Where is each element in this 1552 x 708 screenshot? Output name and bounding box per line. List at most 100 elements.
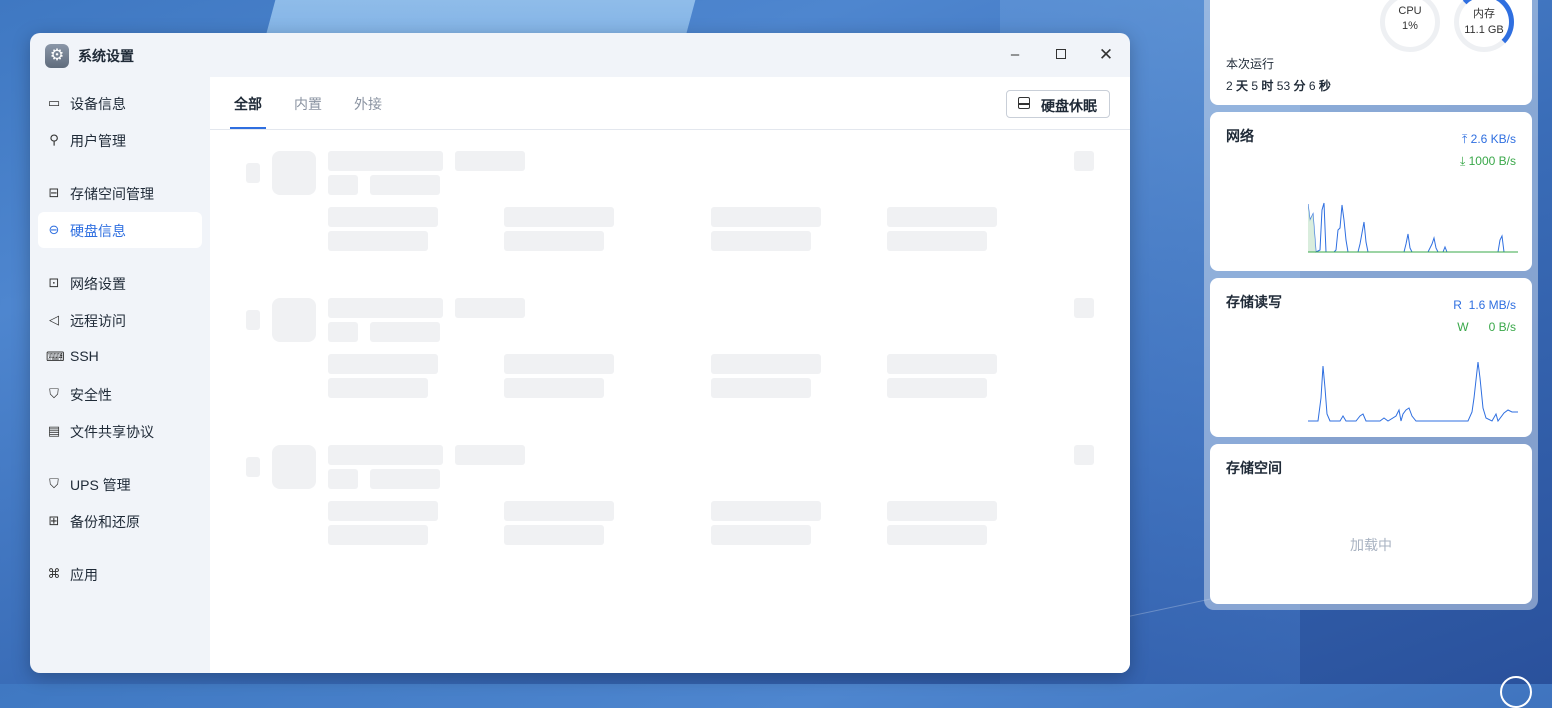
skeleton-block: [328, 445, 443, 465]
memory-label: 内存: [1473, 8, 1495, 20]
sidebar-item-label: 安全性: [70, 387, 112, 403]
network-title: 网络: [1226, 128, 1254, 144]
sidebar-item-remote-access[interactable]: ◁ 远程访问: [38, 302, 202, 338]
skeleton-block: [1074, 151, 1094, 171]
skeleton-block: [328, 525, 428, 545]
skeleton-block: [328, 151, 443, 171]
sidebar-item-device-info[interactable]: ▭ 设备信息: [38, 85, 202, 121]
storage-read: R 1.6 MB/s: [1453, 298, 1516, 312]
file-icon: ▤: [47, 423, 61, 438]
sidebar-item-label: 设备信息: [70, 96, 126, 112]
skeleton-block: [328, 231, 428, 251]
skeleton-block: [272, 445, 316, 489]
sidebar-item-security[interactable]: ⛉ 安全性: [38, 376, 202, 412]
sidebar-item-label: UPS 管理: [70, 477, 131, 493]
skeleton-block: [455, 151, 525, 171]
skeleton-block: [328, 298, 443, 318]
sidebar-item-file-sharing[interactable]: ▤ 文件共享协议: [38, 413, 202, 449]
skeleton-block: [328, 207, 438, 227]
cpu-label: CPU: [1398, 5, 1422, 17]
settings-gear-icon: ⚙: [45, 44, 69, 68]
skeleton-block: [711, 378, 811, 398]
sidebar-item-label: 远程访问: [70, 313, 126, 329]
memory-gauge: 内存 11.1 GB: [1454, 0, 1514, 52]
system-status-card: CPU 1% 内存 11.1 GB 本次运行 2 天 5 时 53 分 6 秒: [1210, 0, 1532, 105]
skeleton-block: [246, 310, 260, 330]
uptime-value: 2 天 5 时 53 分 6 秒: [1226, 79, 1331, 93]
skeleton-block: [1074, 298, 1094, 318]
skeleton-block: [504, 231, 604, 251]
sidebar-item-label: SSH: [70, 348, 99, 364]
skeleton-block: [887, 231, 987, 251]
skeleton-block: [455, 298, 525, 318]
close-button[interactable]: ✕: [1096, 45, 1116, 65]
sidebar-item-label: 硬盘信息: [70, 223, 126, 239]
network-upload: ⤒ 2.6 KB/s: [1461, 132, 1516, 146]
sidebar-item-ssh[interactable]: ⌨ SSH: [38, 339, 202, 375]
skeleton-block: [328, 378, 428, 398]
skeleton-block: [272, 298, 316, 342]
window-title: 系统设置: [78, 48, 134, 64]
sidebar-item-label: 文件共享协议: [70, 424, 154, 440]
skeleton-block: [504, 378, 604, 398]
skeleton-block: [711, 354, 821, 374]
skeleton-block: [504, 354, 614, 374]
maximize-icon: [1056, 49, 1066, 59]
settings-window: ⚙ 系统设置 – ✕ ▭ 设备信息 ⚲ 用户管理 ⊟ 存储空间管理 ⊖ 硬盘信息…: [30, 33, 1130, 673]
sidebar-item-label: 应用: [70, 567, 98, 583]
skeleton-block: [328, 469, 358, 489]
skeleton-block: [887, 207, 997, 227]
storage-io-sparkline: [1308, 361, 1518, 423]
skeleton-block: [887, 378, 987, 398]
skeleton-block: [504, 525, 604, 545]
skeleton-block: [272, 151, 316, 195]
skeleton-block: [711, 207, 821, 227]
memory-value: 11.1 GB: [1464, 24, 1504, 36]
skeleton-block: [887, 501, 997, 521]
uptime-label: 本次运行: [1226, 57, 1275, 71]
sidebar-item-disk-info[interactable]: ⊖ 硬盘信息: [38, 212, 202, 248]
title-bar[interactable]: ⚙ 系统设置 – ✕: [30, 33, 1130, 77]
corner-button[interactable]: [1500, 676, 1532, 708]
sidebar-item-backup[interactable]: ⊞ 备份和还原: [38, 503, 202, 539]
sidebar-item-label: 用户管理: [70, 133, 126, 149]
storage-space-loading: 加载中: [1350, 537, 1392, 553]
sidebar-item-ups[interactable]: ⛉ UPS 管理: [38, 466, 202, 502]
apps-icon: ⌘: [47, 566, 61, 581]
sidebar-item-network-settings[interactable]: ⊡ 网络设置: [38, 265, 202, 301]
tab-bar: 全部 内置 外接 硬盘休眠: [210, 77, 1130, 130]
disk-sleep-button[interactable]: 硬盘休眠: [1006, 90, 1110, 118]
sidebar-item-label: 网络设置: [70, 276, 126, 292]
tab-external[interactable]: 外接: [354, 94, 382, 114]
sidebar-item-apps[interactable]: ⌘ 应用: [38, 556, 202, 592]
disk-sleep-label: 硬盘休眠: [1041, 98, 1097, 114]
sidebar-item-label: 备份和还原: [70, 514, 140, 530]
device-icon: ▭: [47, 95, 61, 110]
skeleton-block: [328, 501, 438, 521]
upload-icon: ⤒: [1461, 132, 1468, 146]
disk-icon: [1018, 97, 1030, 109]
tab-internal[interactable]: 内置: [294, 94, 322, 114]
maximize-button[interactable]: [1051, 45, 1071, 65]
send-icon: ◁: [49, 312, 59, 327]
network-card: 网络 ⤒ 2.6 KB/s ⤓ 1000 B/s: [1210, 112, 1532, 271]
terminal-icon: ⌨: [46, 349, 65, 364]
ups-shield-icon: ⛉: [49, 476, 59, 491]
tab-all[interactable]: 全部: [234, 94, 262, 114]
skeleton-block: [370, 469, 440, 489]
tab-active-indicator: [230, 127, 266, 129]
skeleton-block: [887, 525, 987, 545]
storage-icon: ⊟: [48, 185, 60, 200]
skeleton-block: [887, 354, 997, 374]
shield-icon: ⛉: [49, 386, 59, 401]
sidebar-item-storage-management[interactable]: ⊟ 存储空间管理: [38, 175, 202, 211]
cpu-gauge: CPU 1%: [1380, 0, 1440, 52]
download-icon: ⤓: [1459, 154, 1466, 168]
storage-io-title: 存储读写: [1226, 294, 1282, 310]
skeleton-block: [711, 231, 811, 251]
network-icon: ⊡: [48, 275, 60, 290]
minimize-button[interactable]: –: [1005, 45, 1025, 65]
skeleton-block: [370, 175, 440, 195]
sidebar-item-user-management[interactable]: ⚲ 用户管理: [38, 122, 202, 158]
storage-write: W 0 B/s: [1457, 320, 1516, 334]
